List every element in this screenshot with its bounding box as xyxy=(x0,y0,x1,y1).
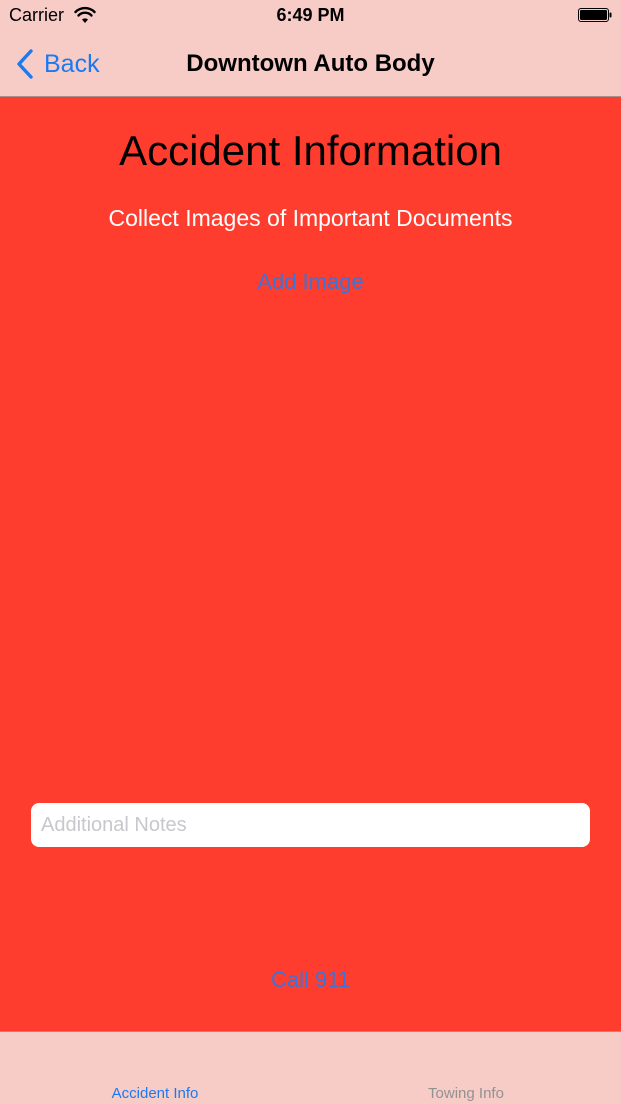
nav-title: Downtown Auto Body xyxy=(186,50,435,77)
main-content: Accident Information Collect Images of I… xyxy=(0,97,621,1031)
tab-bar: Accident Info Towing Info xyxy=(0,1031,621,1104)
page-subtitle: Collect Images of Important Documents xyxy=(108,205,513,231)
navigation-bar: Back Downtown Auto Body xyxy=(0,32,621,97)
tab-towing-info-label: Towing Info xyxy=(428,1085,504,1102)
status-bar: Carrier 6:49 PM xyxy=(0,0,621,32)
tab-accident-info[interactable]: Accident Info xyxy=(0,1032,310,1104)
clock: 6:49 PM xyxy=(276,5,345,25)
additional-notes-field[interactable] xyxy=(31,803,590,847)
add-image-button[interactable]: Add Image xyxy=(0,269,621,295)
battery-icon xyxy=(578,8,612,22)
tab-towing-info[interactable]: Towing Info xyxy=(311,1032,621,1104)
page-title: Accident Information xyxy=(119,127,502,174)
call-911-button[interactable]: Call 911 xyxy=(0,967,621,993)
tab-accident-info-label: Accident Info xyxy=(111,1085,199,1102)
